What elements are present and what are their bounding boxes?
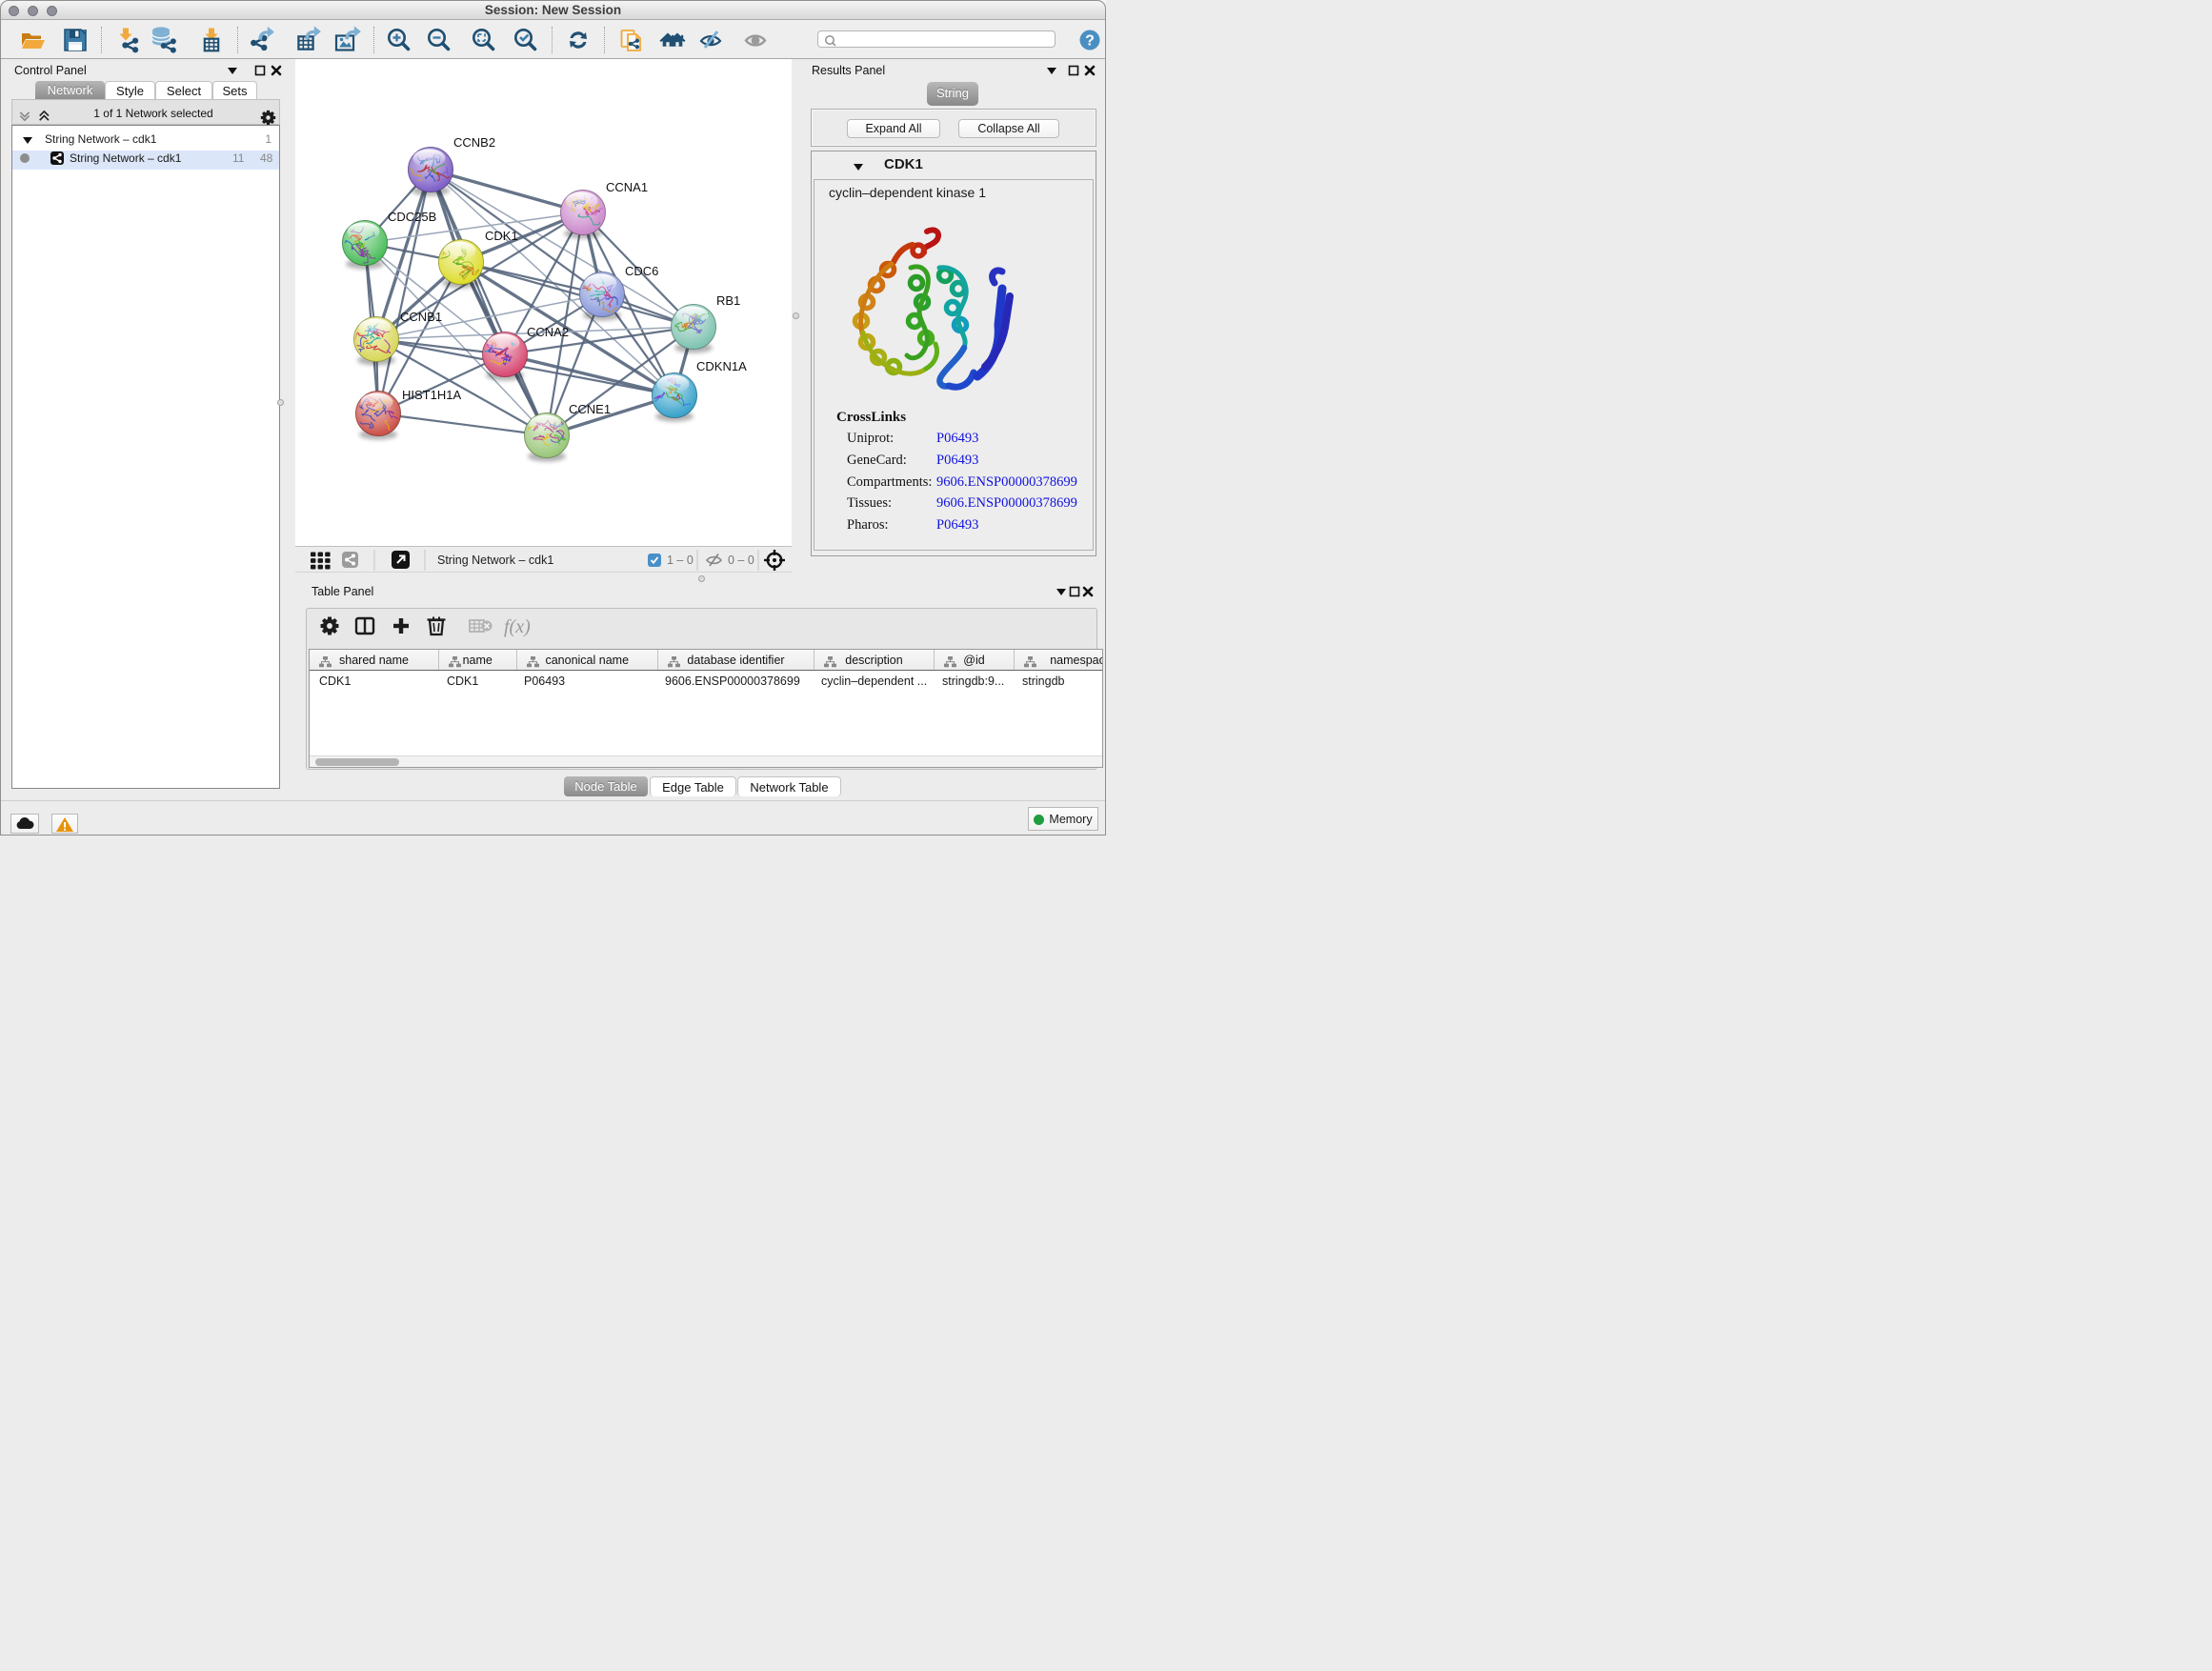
svg-text:CDK1: CDK1: [485, 229, 518, 243]
svg-text:f(x): f(x): [504, 616, 531, 637]
svg-text:CCNB2: CCNB2: [453, 135, 495, 150]
svg-text:CCNE1: CCNE1: [569, 402, 611, 416]
svg-text:CDKN1A: CDKN1A: [696, 359, 747, 373]
svg-text:CCNB1: CCNB1: [400, 310, 442, 324]
svg-text:CDC6: CDC6: [625, 264, 658, 278]
svg-text:0 – 0: 0 – 0: [728, 554, 754, 567]
svg-text:String Network – cdk1: String Network – cdk1: [437, 554, 553, 567]
svg-text:RB1: RB1: [716, 293, 740, 308]
svg-text:CCNA2: CCNA2: [527, 325, 569, 339]
svg-text:CCNA1: CCNA1: [606, 180, 648, 194]
svg-text:?: ?: [1085, 32, 1095, 49]
svg-text:HIST1H1A: HIST1H1A: [402, 388, 461, 402]
svg-text:1 – 0: 1 – 0: [667, 554, 694, 567]
svg-text:CDC25B: CDC25B: [388, 210, 436, 224]
